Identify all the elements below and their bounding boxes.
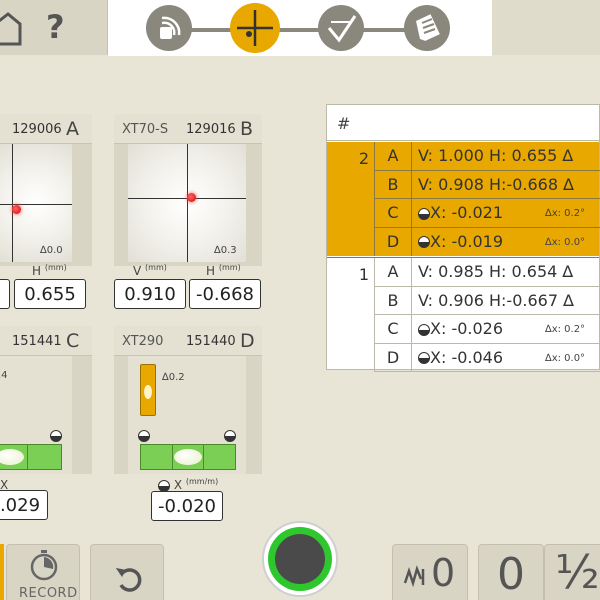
panel-b-h-value: -0.668 <box>189 279 261 309</box>
level-icon <box>158 479 170 492</box>
crosshair-vertical <box>187 144 188 262</box>
panel-c-x-value: .029 <box>0 490 48 520</box>
zero-button[interactable]: 0 <box>478 544 544 600</box>
step-measure[interactable] <box>230 3 280 53</box>
step-adjust[interactable] <box>318 5 364 51</box>
level-left-icon <box>138 430 150 442</box>
panel-b-name: XT70-S <box>122 122 169 137</box>
panel-d-level-bar <box>140 444 236 470</box>
panel-d-name: XT290 <box>122 334 164 349</box>
panel-c-level-bar <box>0 444 62 470</box>
zero-label: 0 <box>497 549 525 600</box>
panel-c-tilt: .4 <box>0 370 8 381</box>
level-right-icon <box>224 430 236 442</box>
level-icon <box>418 323 430 336</box>
panel-a-letter: A <box>66 118 79 140</box>
half-button[interactable]: ½ <box>544 544 600 600</box>
half-label: ½ <box>555 545 600 599</box>
stopwatch-icon <box>30 550 58 581</box>
table-header: # <box>327 105 599 141</box>
record-button[interactable]: RECORD <box>6 544 80 600</box>
undo-icon <box>115 568 142 592</box>
panel-c-header: 151441 C <box>0 326 92 356</box>
panel-b-letter: B <box>240 118 254 140</box>
panel-b-h-label: H (mm) <box>206 263 241 278</box>
panel-a-h-label: H (mm) <box>32 263 67 278</box>
filter-wave-icon <box>403 565 425 588</box>
panel-b-target: ∆0.3 <box>128 144 246 262</box>
table-row: B V: 0.908 H:-0.668 ∆ <box>375 170 600 199</box>
panel-b-v-label: V (mm) <box>133 263 167 278</box>
panel-c-serial: 151441 <box>12 334 62 349</box>
panel-d-serial: 151440 <box>186 334 236 349</box>
panel-d-x-label: X (mm/m) <box>158 477 218 492</box>
measure-button-core <box>275 534 325 584</box>
level-icon <box>418 352 430 364</box>
table-row: D X: -0.046 ∆x: 0.0° <box>375 343 600 372</box>
measurement-group-1[interactable]: 1 A V: 0.985 H: 0.654 ∆ B V: 0.906 H:-0.… <box>327 257 600 372</box>
panel-d-vertical-vial <box>140 364 156 416</box>
panel-a-target: ∆0.0 <box>0 144 72 262</box>
panel-b-header: XT70-S 129016 B <box>114 114 262 144</box>
detector-panel-c: 151441 C .4 <box>0 326 92 474</box>
panel-d-level-area: ∆0.2 <box>128 356 246 474</box>
home-icon[interactable] <box>0 10 22 46</box>
group-number: 1 <box>327 258 375 372</box>
detector-panel-d: XT290 151440 D ∆0.2 <box>114 326 262 474</box>
top-bar: ? <box>0 0 600 56</box>
panel-b-tilt: ∆0.3 <box>214 245 237 256</box>
table-row: D X: -0.019 ∆x: 0.0° <box>375 227 600 256</box>
panel-a-h-value: 0.655 <box>14 279 86 309</box>
detector-panel-a: 129006 A ∆0.0 <box>0 114 92 266</box>
undo-button[interactable] <box>90 544 164 600</box>
help-icon[interactable]: ? <box>46 8 65 46</box>
accent-strip <box>0 544 4 600</box>
panel-d-x-value: -0.020 <box>151 491 223 521</box>
step-report[interactable] <box>404 5 450 51</box>
filter-counter-value: 0 <box>431 551 456 595</box>
crosshair-vertical <box>12 144 13 262</box>
panel-b-v-value: 0.910 <box>114 279 186 309</box>
table-row: A V: 0.985 H: 0.654 ∆ <box>375 258 600 287</box>
panel-a-v-value-box <box>0 279 10 309</box>
crosshair-horizontal <box>0 204 72 205</box>
detector-panel-b: XT70-S 129016 B ∆0.3 <box>114 114 262 266</box>
panel-a-header: 129006 A <box>0 114 92 144</box>
laser-dot <box>12 205 21 214</box>
panel-a-tilt: ∆0.0 <box>40 245 63 256</box>
step-signal[interactable] <box>146 5 192 51</box>
table-row: B V: 0.906 H:-0.667 ∆ <box>375 286 600 315</box>
panel-c-letter: C <box>66 330 80 352</box>
crosshair-icon <box>237 10 273 46</box>
top-left-toolbar: ? <box>0 0 108 55</box>
level-icon <box>418 236 430 248</box>
table-row: A V: 1.000 H: 0.655 ∆ <box>375 142 600 171</box>
panel-a-serial: 129006 <box>12 122 62 137</box>
level-right-icon <box>50 430 62 442</box>
group-number: 2 <box>327 142 375 256</box>
panel-d-letter: D <box>240 330 255 352</box>
panel-d-tilt: ∆0.2 <box>162 372 185 383</box>
table-row: C X: -0.026 ∆x: 0.2° <box>375 315 600 344</box>
document-icon <box>416 14 440 41</box>
measurement-group-2[interactable]: 2 A V: 1.000 H: 0.655 ∆ B V: 0.908 H:-0.… <box>327 142 600 256</box>
measure-button[interactable] <box>262 521 338 597</box>
panel-c-level-area: .4 <box>0 356 72 474</box>
check-level-icon <box>327 15 357 43</box>
laser-dot <box>187 193 196 202</box>
record-label: RECORD <box>19 586 78 600</box>
table-row: C X: -0.021 ∆x: 0.2° <box>375 199 600 228</box>
panel-d-header: XT290 151440 D <box>114 326 262 356</box>
step-rail <box>172 28 426 32</box>
filter-counter-button[interactable]: 0 <box>392 544 468 600</box>
level-icon <box>418 207 430 220</box>
measurement-table: # 2 A V: 1.000 H: 0.655 ∆ B V: 0.908 H:-… <box>326 104 600 372</box>
signal-icon <box>160 16 181 39</box>
top-right-area <box>492 0 600 55</box>
panel-b-serial: 129016 <box>186 122 236 137</box>
